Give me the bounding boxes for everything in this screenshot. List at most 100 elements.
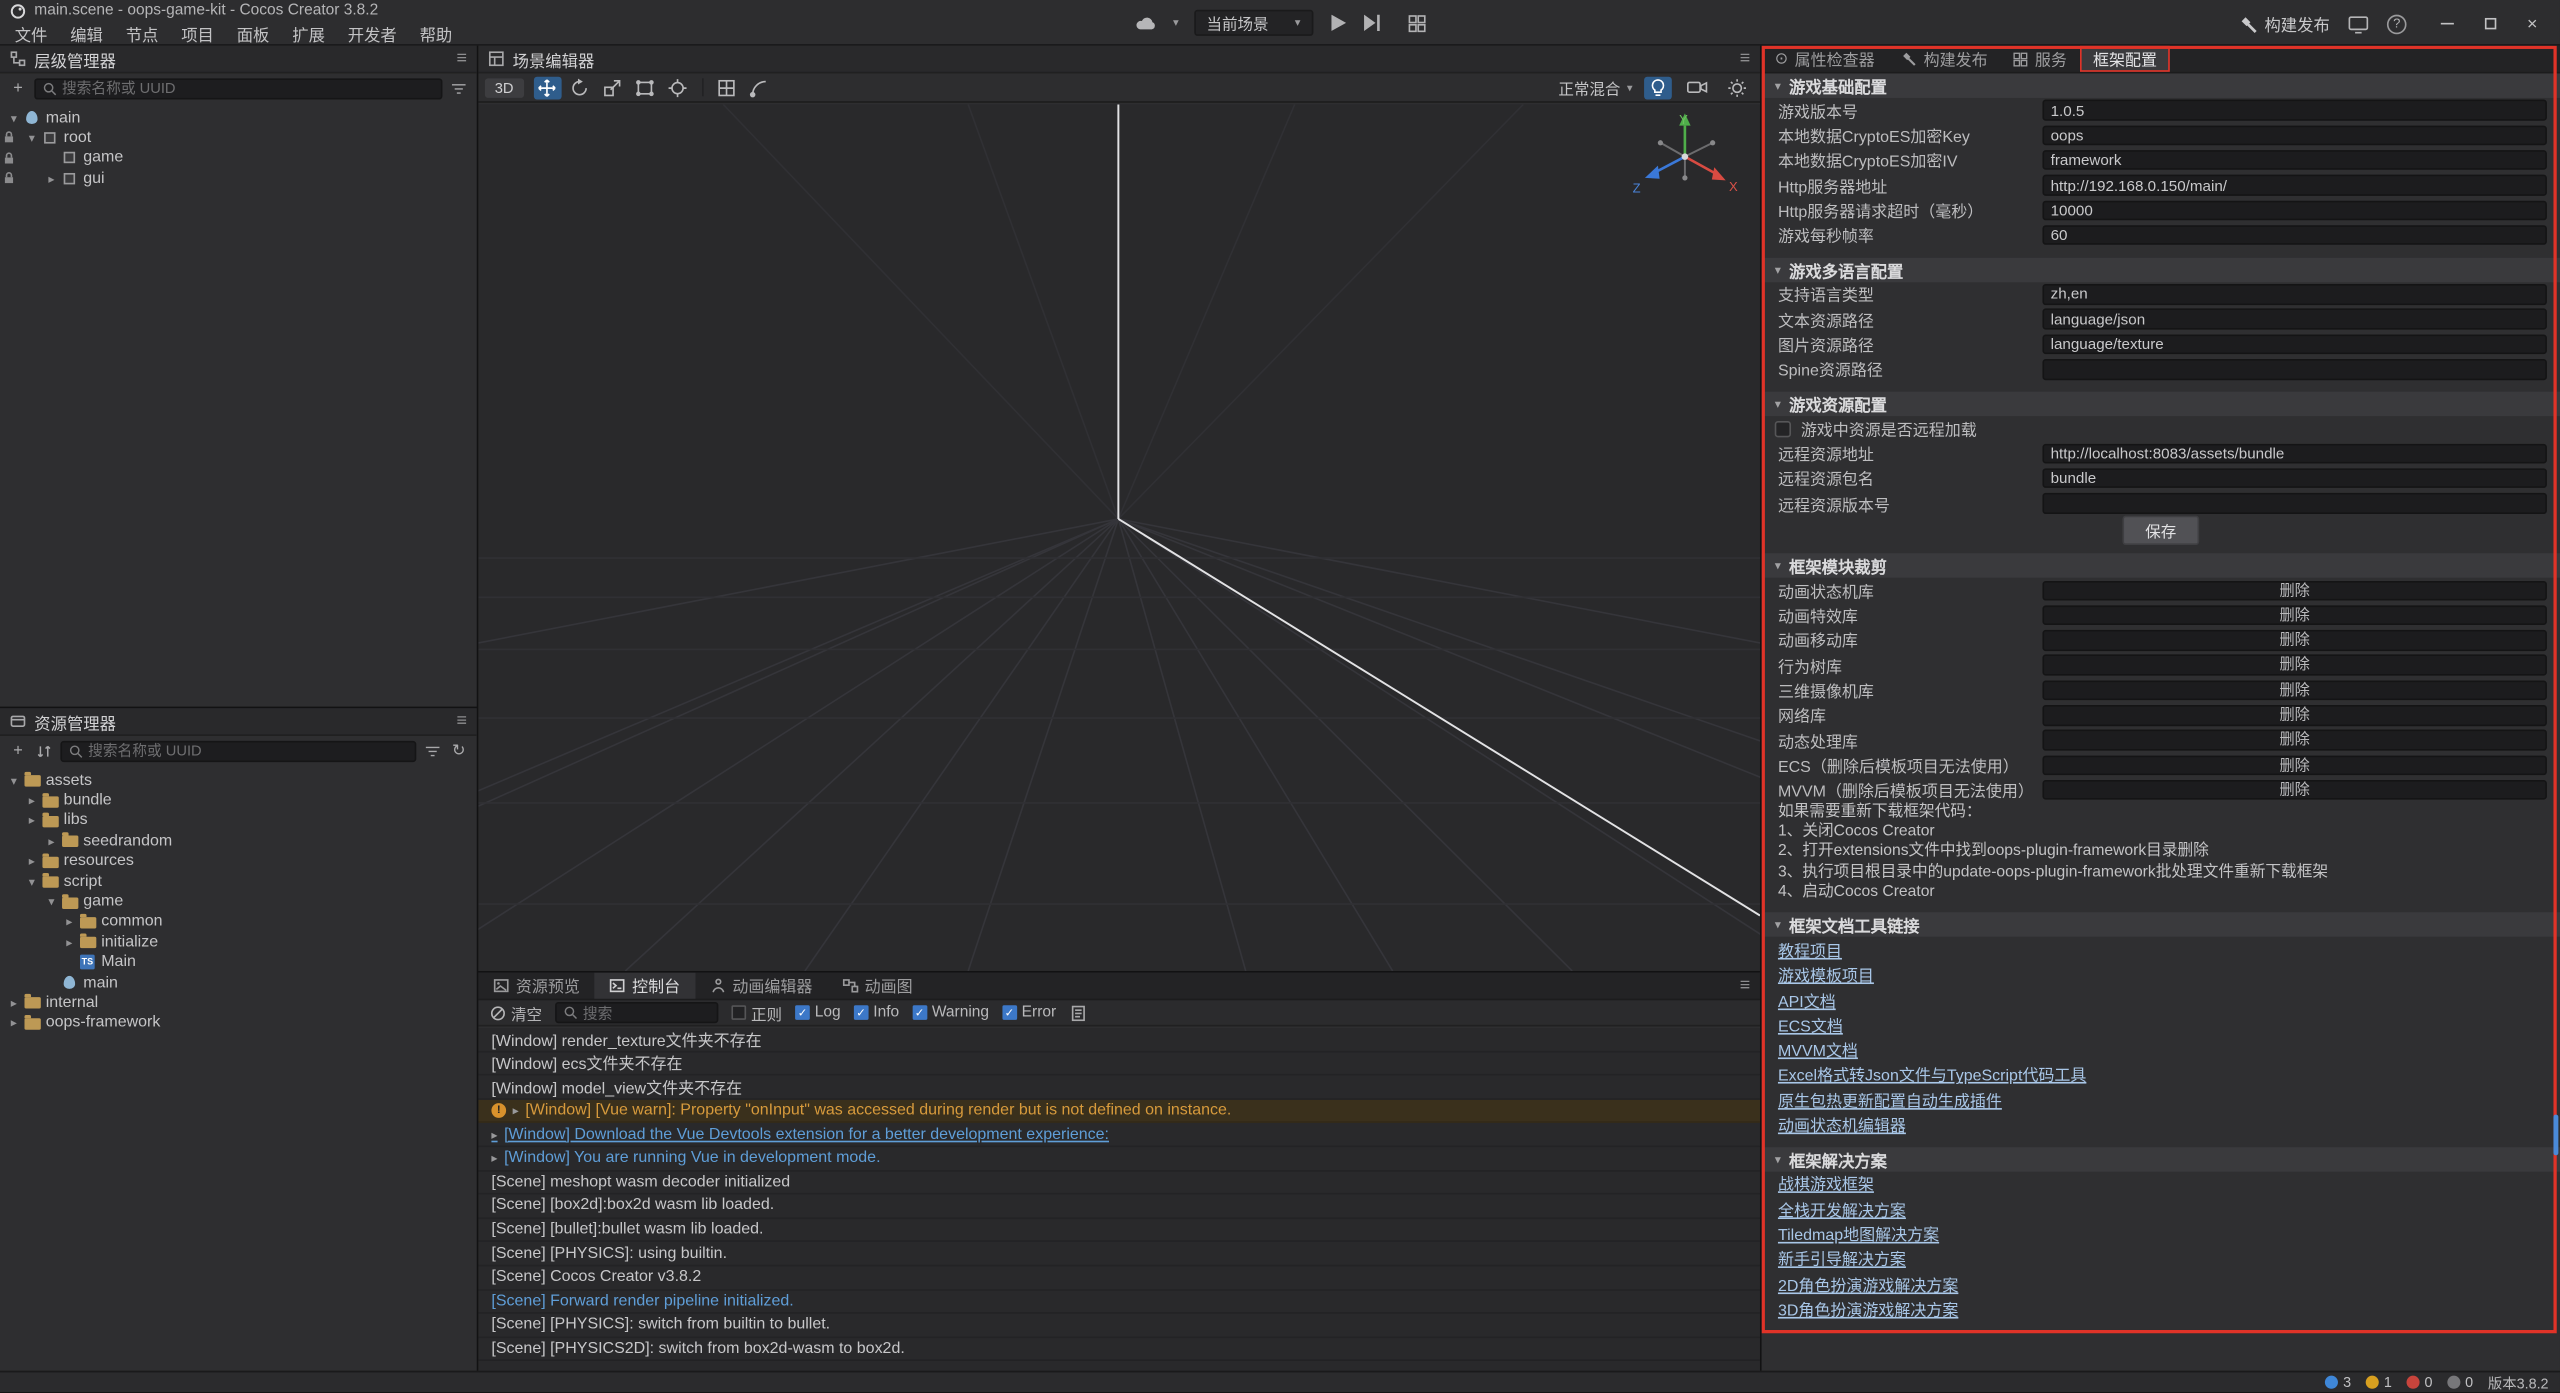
delete-module-button[interactable]: 删除 xyxy=(2042,755,2546,775)
tab-animation-graph[interactable]: 动画图 xyxy=(827,973,927,999)
assets-search-input[interactable] xyxy=(88,743,408,759)
asset-node-row[interactable]: oops-framework xyxy=(0,1013,477,1033)
preview-platform-icon[interactable] xyxy=(1134,15,1158,31)
gear-icon[interactable] xyxy=(1722,76,1750,99)
property-input[interactable] xyxy=(2042,334,2546,354)
log-row[interactable]: ! ▸ [Scene] [box2d]:box2d wasm lib loade… xyxy=(478,1195,1760,1219)
scene-select-dropdown[interactable]: 当前场景 ▾ xyxy=(1193,10,1313,36)
menu-item[interactable]: 文件 xyxy=(3,20,59,44)
expand-arrow-icon[interactable] xyxy=(62,935,77,950)
log-row[interactable]: ! ▸ [Scene] Forward render pipeline init… xyxy=(478,1290,1760,1314)
delete-module-button[interactable]: 删除 xyxy=(2042,580,2546,600)
asset-node-row[interactable]: resources xyxy=(0,851,477,871)
shading-mode-dropdown[interactable]: 正常混合 ▾ xyxy=(1558,76,1632,99)
move-tool-button[interactable] xyxy=(533,76,561,99)
solution-link[interactable]: 全栈开发解决方案 xyxy=(1778,1197,1906,1220)
expand-arrow-icon[interactable] xyxy=(24,813,39,828)
light-toggle-button[interactable] xyxy=(1644,76,1672,99)
delete-module-button[interactable]: 删除 xyxy=(2042,730,2546,750)
asset-node-row[interactable]: seedrandom xyxy=(0,831,477,851)
expand-arrow-icon[interactable]: ▸ xyxy=(491,1151,497,1166)
asset-node-row[interactable]: game xyxy=(0,892,477,912)
property-input[interactable] xyxy=(2042,309,2546,329)
maximize-button[interactable] xyxy=(2480,14,2500,34)
property-input[interactable] xyxy=(2042,100,2546,120)
rotate-snap-icon[interactable] xyxy=(745,76,773,99)
delete-module-button[interactable]: 删除 xyxy=(2042,655,2546,675)
doc-link[interactable]: 原生包热更新配置自动生成插件 xyxy=(1778,1088,2002,1111)
hierarchy-menu-icon[interactable]: ≡ xyxy=(456,51,466,67)
expand-arrow-icon[interactable] xyxy=(7,995,22,1010)
expand-arrow-icon[interactable] xyxy=(24,874,39,889)
asset-node-row[interactable]: common xyxy=(0,912,477,932)
expand-arrow-icon[interactable] xyxy=(7,110,22,125)
log-row[interactable]: ! ▸ [Scene] meshopt wasm decoder initial… xyxy=(478,1171,1760,1195)
doc-link[interactable]: API文档 xyxy=(1778,988,1836,1011)
section-solutions[interactable]: ▾ 框架解决方案 xyxy=(1762,1147,2560,1171)
menu-item[interactable]: 编辑 xyxy=(59,20,115,44)
grid-snap-icon[interactable] xyxy=(713,76,741,99)
property-input[interactable] xyxy=(2042,200,2546,220)
doc-link[interactable]: 动画状态机编辑器 xyxy=(1778,1113,1906,1136)
console-filter-checkbox[interactable]: Log xyxy=(795,1004,840,1022)
menu-item[interactable]: 开发者 xyxy=(336,20,408,44)
sort-icon[interactable] xyxy=(34,743,54,758)
rect-tool-button[interactable] xyxy=(631,76,659,99)
expand-arrow-icon[interactable] xyxy=(7,1016,22,1031)
expand-arrow-icon[interactable] xyxy=(7,773,22,788)
layout-grid-icon[interactable] xyxy=(1407,14,1427,32)
minimize-button[interactable] xyxy=(2438,14,2458,34)
assets-menu-icon[interactable]: ≡ xyxy=(456,713,466,729)
console-filter-checkbox[interactable]: Error xyxy=(1002,1004,1056,1022)
console-search-input[interactable] xyxy=(583,1004,710,1020)
status-warning-count[interactable]: 1 xyxy=(2366,1374,2392,1390)
section-doc-links[interactable]: ▾ 框架文档工具链接 xyxy=(1762,913,2560,937)
menu-item[interactable]: 帮助 xyxy=(408,20,464,44)
property-input[interactable] xyxy=(2042,284,2546,304)
tab-build-publish[interactable]: 构建发布 xyxy=(1888,46,2001,72)
status-notice-count[interactable]: 0 xyxy=(2447,1374,2473,1390)
expand-arrow-icon[interactable] xyxy=(24,793,39,808)
scene-menu-icon[interactable]: ≡ xyxy=(1740,51,1750,67)
section-resource-config[interactable]: ▾ 游戏资源配置 xyxy=(1762,392,2560,416)
status-info-count[interactable]: 3 xyxy=(2325,1374,2351,1390)
tab-property-inspector[interactable]: ⊙ 属性检查器 xyxy=(1762,46,1888,72)
log-row[interactable]: ! ▸ [Scene] Cocos Creator v3.8.2 xyxy=(478,1266,1760,1290)
hierarchy-node-row[interactable]: main xyxy=(0,108,477,128)
console-filter-checkbox[interactable]: Warning xyxy=(912,1004,989,1022)
console-filter-checkbox[interactable]: 正则 xyxy=(731,1001,782,1024)
asset-node-row[interactable]: script xyxy=(0,871,477,891)
add-asset-button[interactable]: + xyxy=(8,742,28,760)
property-input[interactable] xyxy=(2042,443,2546,463)
expand-arrow-icon[interactable] xyxy=(24,854,39,869)
property-input[interactable] xyxy=(2042,468,2546,488)
expand-arrow-icon[interactable] xyxy=(44,171,59,186)
doc-link[interactable]: ECS文档 xyxy=(1778,1013,1843,1036)
delete-module-button[interactable]: 删除 xyxy=(2042,705,2546,725)
expand-arrow-icon[interactable]: ▸ xyxy=(491,1127,497,1142)
tab-console[interactable]: 控制台 xyxy=(595,973,695,999)
save-button[interactable]: 保存 xyxy=(2122,515,2199,544)
log-row[interactable]: ! ▸ [Scene] [PHYSICS]: switch from built… xyxy=(478,1314,1760,1338)
log-row[interactable]: ! ▸ [Scene] [PHYSICS]: using builtin. xyxy=(478,1242,1760,1266)
doc-link[interactable]: MVVM文档 xyxy=(1778,1038,1858,1061)
log-row[interactable]: ! ▸ [Window] Download the Vue Devtools e… xyxy=(478,1123,1760,1147)
build-publish-button[interactable]: 构建发布 xyxy=(2238,11,2329,35)
delete-module-button[interactable]: 删除 xyxy=(2042,605,2546,625)
help-icon[interactable]: ? xyxy=(2387,14,2407,34)
solution-link[interactable]: 3D角色扮演游戏解决方案 xyxy=(1778,1297,1958,1320)
log-row[interactable]: ! ▸ [Window] model_view文件夹不存在 xyxy=(478,1076,1760,1100)
step-button[interactable] xyxy=(1362,15,1382,31)
delete-module-button[interactable]: 删除 xyxy=(2042,680,2546,700)
doc-link[interactable]: 教程项目 xyxy=(1778,938,1842,961)
tab-services[interactable]: 服务 xyxy=(2001,46,2080,72)
console-menu-icon[interactable]: ≡ xyxy=(1740,978,1750,994)
asset-node-row[interactable]: libs xyxy=(0,811,477,831)
asset-node-row[interactable]: main xyxy=(0,972,477,992)
property-input[interactable] xyxy=(2042,175,2546,195)
export-log-icon[interactable] xyxy=(1069,1004,1089,1020)
section-module-trim[interactable]: ▾ 框架模块裁剪 xyxy=(1762,553,2560,577)
tab-asset-preview[interactable]: 资源预览 xyxy=(478,973,594,999)
preview-caret-icon[interactable]: ▾ xyxy=(1173,16,1179,29)
asset-node-row[interactable]: assets xyxy=(0,770,477,790)
